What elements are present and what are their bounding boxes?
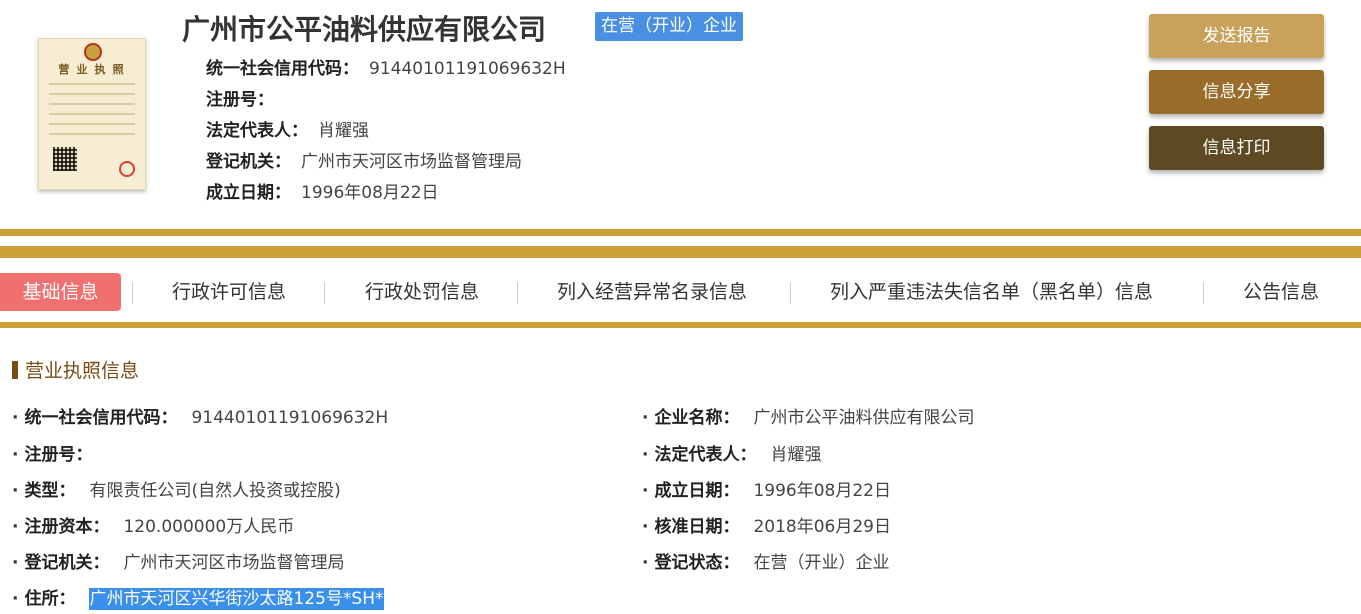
field-established: · 成立日期： 1996年08月22日 (642, 476, 891, 501)
header-row-reg-number: 注册号： (206, 85, 284, 110)
field-value: 广州市天河区市场监督管理局 (123, 553, 345, 573)
header-row-label: 法定代表人： (206, 121, 308, 141)
field-value: 有限责任公司(自然人投资或控股) (89, 481, 341, 501)
header-row-label: 统一社会信用代码： (206, 59, 359, 79)
field-reg-number: · 注册号： (12, 440, 106, 465)
field-label: 住所： (24, 589, 76, 609)
tab-separator (1203, 282, 1204, 304)
field-address: · 住所： 广州市天河区兴华街沙太路125号*SH* (12, 584, 384, 610)
bullet: · (642, 408, 649, 428)
tab-separator (132, 282, 133, 304)
tab-abnormal-list[interactable]: 列入经营异常名录信息 (557, 273, 747, 311)
bullet: · (642, 553, 649, 573)
field-label: 登记状态： (654, 553, 740, 573)
header-row-value: 1996年08月22日 (301, 183, 439, 203)
divider-stripe (0, 322, 1361, 328)
bullet: · (12, 553, 19, 573)
tab-blacklist[interactable]: 列入严重违法失信名单（黑名单）信息 (830, 273, 1153, 311)
bullet: · (12, 445, 19, 465)
field-label: 企业名称： (654, 408, 740, 428)
business-license-image[interactable]: 营 业 执 照 (38, 38, 146, 190)
field-credit-code: · 统一社会信用代码： 91440101191069632H (12, 403, 388, 428)
field-value: 1996年08月22日 (753, 481, 891, 501)
company-name: 广州市公平油料供应有限公司 (182, 13, 547, 46)
tab-announcements[interactable]: 公告信息 (1243, 273, 1319, 311)
tab-basic-info[interactable]: 基础信息 (0, 273, 121, 311)
official-seal-icon (119, 161, 135, 177)
field-value: 广州市公平油料供应有限公司 (753, 408, 975, 428)
field-value-selected[interactable]: 广州市天河区兴华街沙太路125号*SH* (89, 588, 384, 610)
divider-stripe (0, 229, 1361, 236)
field-value: 肖耀强 (770, 445, 822, 465)
field-label: 注册资本： (24, 517, 110, 537)
header-row-label: 注册号： (206, 90, 274, 110)
license-text-line (49, 123, 135, 125)
field-label: 统一社会信用代码： (24, 408, 178, 428)
field-label: 核准日期： (654, 517, 740, 537)
tab-separator (790, 282, 791, 304)
license-text-line (49, 113, 135, 115)
section-title: 营业执照信息 (12, 356, 139, 383)
status-badge: 在营（开业）企业 (595, 12, 743, 41)
field-label: 登记机关： (24, 553, 110, 573)
header-row-authority: 登记机关： 广州市天河区市场监督管理局 (206, 147, 522, 172)
license-text-line (49, 133, 135, 135)
field-status: · 登记状态： 在营（开业）企业 (642, 548, 889, 573)
license-text-line (49, 93, 135, 95)
qr-code-icon (53, 147, 77, 171)
bullet: · (12, 589, 19, 609)
field-company-name: · 企业名称： 广州市公平油料供应有限公司 (642, 403, 974, 428)
tab-separator (324, 282, 325, 304)
bullet: · (12, 481, 19, 501)
field-label: 成立日期： (654, 481, 740, 501)
bullet: · (642, 517, 649, 537)
tab-separator (517, 282, 518, 304)
bullet: · (642, 445, 649, 465)
bullet: · (12, 408, 19, 428)
license-thumb-title: 营 业 执 照 (58, 64, 126, 76)
field-value: 在营（开业）企业 (753, 553, 890, 573)
header-row-legal-rep: 法定代表人： 肖耀强 (206, 116, 369, 141)
header-row-label: 登记机关： (206, 152, 291, 172)
header-row-established: 成立日期： 1996年08月22日 (206, 178, 439, 203)
national-emblem-icon (84, 43, 102, 61)
license-text-line (49, 83, 135, 85)
header-row-value: 肖耀强 (318, 121, 369, 141)
bullet: · (12, 517, 19, 537)
send-report-button[interactable]: 发送报告 (1149, 14, 1324, 58)
field-value: 91440101191069632H (191, 408, 389, 428)
field-approval-date: · 核准日期： 2018年06月29日 (642, 512, 891, 537)
header-row-label: 成立日期： (206, 183, 291, 203)
field-legal-rep: · 法定代表人： 肖耀强 (642, 440, 821, 465)
field-label: 法定代表人： (654, 445, 757, 465)
header-row-credit-code: 统一社会信用代码： 91440101191069632H (206, 54, 566, 79)
field-label: 注册号： (24, 445, 93, 465)
section-marker-icon (12, 361, 18, 379)
field-value: 120.000000万人民币 (123, 517, 295, 537)
bullet: · (642, 481, 649, 501)
tab-admin-penalty[interactable]: 行政处罚信息 (365, 273, 479, 311)
header-row-value: 广州市天河区市场监督管理局 (301, 152, 522, 172)
field-authority: · 登记机关： 广州市天河区市场监督管理局 (12, 548, 344, 573)
print-info-button[interactable]: 信息打印 (1149, 126, 1324, 170)
section-title-text: 营业执照信息 (25, 360, 140, 382)
tab-admin-license[interactable]: 行政许可信息 (172, 273, 286, 311)
share-info-button[interactable]: 信息分享 (1149, 70, 1324, 114)
field-type: · 类型： 有限责任公司(自然人投资或控股) (12, 476, 341, 501)
license-text-line (49, 103, 135, 105)
divider-stripe (0, 246, 1361, 258)
field-value: 2018年06月29日 (753, 517, 891, 537)
field-label: 类型： (24, 481, 76, 501)
header-row-value: 91440101191069632H (369, 59, 566, 79)
field-registered-capital: · 注册资本： 120.000000万人民币 (12, 512, 294, 537)
